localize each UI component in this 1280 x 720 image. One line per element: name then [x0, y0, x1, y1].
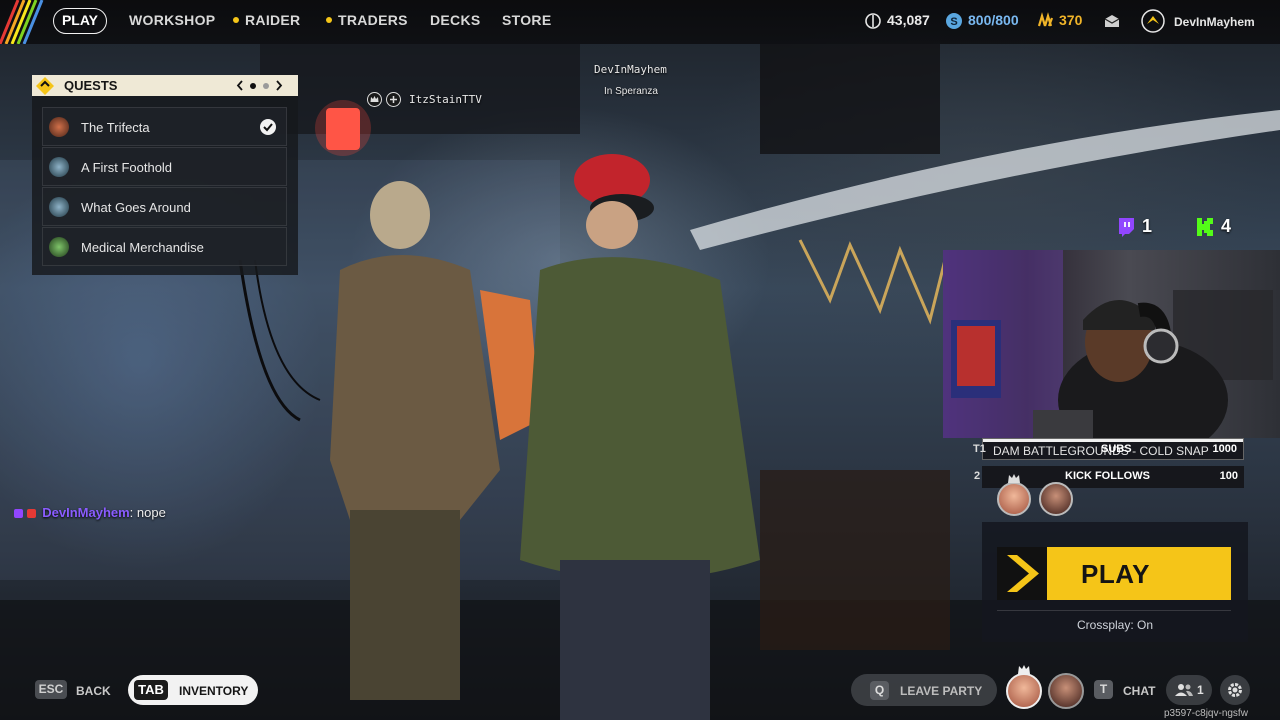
- party-member-avatar[interactable]: [1006, 673, 1042, 709]
- subs-goal-current: T1: [973, 443, 986, 455]
- quest-item[interactable]: What Goes Around: [42, 187, 287, 226]
- party-avatar[interactable]: [1039, 482, 1073, 516]
- quest-giver-avatar-icon: [49, 197, 69, 217]
- play-arrow-icon: [997, 547, 1047, 600]
- twitch-badge-icon: [14, 509, 23, 519]
- esc-keycap: ESC: [35, 680, 67, 699]
- subs-goal-target: 1000: [1212, 443, 1237, 455]
- profile-username[interactable]: DevInMayhem: [1174, 15, 1255, 29]
- add-friend-icon[interactable]: [386, 92, 401, 107]
- quests-header: QUESTS: [32, 75, 298, 96]
- local-player-name: DevInMayhem: [594, 63, 667, 76]
- quest-label: A First Foothold: [81, 160, 173, 175]
- back-button[interactable]: BACK: [76, 684, 111, 698]
- local-player-status: In Speranza: [604, 86, 658, 97]
- quest-label: The Trifecta: [81, 120, 150, 135]
- nav-tab-play[interactable]: PLAY: [53, 8, 107, 34]
- nav-tab-raider-label: RAIDER: [245, 12, 301, 28]
- tab-keycap: TAB: [134, 680, 168, 700]
- subs-goal-bar: T1 DAM BATTLEGROUNDS - COLD SNAP SUBS 10…: [973, 438, 1244, 460]
- party-member-name[interactable]: ItzStainTTV: [409, 93, 482, 106]
- nav-tab-traders[interactable]: TRADERS: [326, 12, 408, 28]
- divider: [997, 610, 1231, 611]
- coins-amount: 43,087: [887, 12, 930, 28]
- nav-tab-store-label: STORE: [502, 12, 552, 28]
- quest-item[interactable]: The Trifecta: [42, 107, 287, 146]
- settings-button[interactable]: [1220, 675, 1250, 705]
- chat-button[interactable]: CHAT: [1123, 684, 1155, 698]
- party-member-avatar[interactable]: [1048, 673, 1084, 709]
- party-leader-crown-icon: [1008, 474, 1020, 483]
- quest-giver-avatar-icon: [49, 117, 69, 137]
- stream-chat-message: DevInMayhem: nope: [14, 505, 166, 520]
- gear-icon: [1228, 683, 1242, 697]
- party-leader-crown-icon: [367, 92, 382, 107]
- page-dot[interactable]: [263, 83, 269, 89]
- friends-icon: [1175, 684, 1193, 696]
- leave-party-button[interactable]: Q LEAVE PARTY: [851, 674, 997, 706]
- quests-title: QUESTS: [64, 78, 118, 93]
- t-keycap: T: [1094, 680, 1113, 699]
- chat-message-text: : nope: [129, 505, 166, 520]
- quest-label: Medical Merchandise: [81, 240, 204, 255]
- nav-tab-decks[interactable]: DECKS: [430, 12, 481, 28]
- stream-rainbow-stripes: [0, 0, 46, 44]
- cred-amount: 370: [1059, 12, 1083, 28]
- crossplay-status: Crossplay: On: [1076, 618, 1154, 632]
- session-id: p3597-c8jqv-ngsfw: [1164, 708, 1248, 719]
- chat-username: DevInMayhem: [42, 505, 130, 520]
- page-dot-active[interactable]: [250, 83, 256, 89]
- subs-goal-label: SUBS: [1101, 443, 1132, 455]
- party-avatar[interactable]: [997, 482, 1031, 516]
- raider-token-icon: S: [946, 13, 962, 29]
- kick-follows-target: 100: [1219, 470, 1238, 482]
- friends-button[interactable]: 1: [1166, 675, 1212, 705]
- quest-giver-avatar-icon: [49, 157, 69, 177]
- q-keycap: Q: [870, 681, 889, 700]
- twitch-icon: [1119, 218, 1134, 237]
- play-button-label: PLAY: [1081, 559, 1150, 589]
- party-leader-crown-icon: [1018, 665, 1030, 674]
- quest-diamond-icon: [36, 77, 54, 95]
- nav-tab-raider[interactable]: RAIDER: [233, 12, 300, 28]
- play-button[interactable]: PLAY: [997, 547, 1231, 600]
- ticker-stripe: [983, 439, 1243, 442]
- friends-count: 1: [1197, 683, 1204, 697]
- inventory-label: INVENTORY: [179, 684, 249, 698]
- raider-tokens-amount: 800/800: [968, 12, 1019, 28]
- kick-viewer-count: 4: [1221, 216, 1232, 236]
- nav-tab-decks-label: DECKS: [430, 12, 481, 28]
- profile-rank-icon[interactable]: [1141, 9, 1165, 33]
- inventory-button[interactable]: TAB INVENTORY: [128, 675, 258, 705]
- play-panel: PLAY Crossplay: On: [982, 522, 1248, 642]
- streamer-webcam: [943, 250, 1280, 438]
- nav-tab-workshop-label: WORKSHOP: [129, 12, 216, 28]
- twitch-viewer-count: 1: [1142, 216, 1153, 236]
- svg-text:S: S: [950, 16, 957, 28]
- quest-item[interactable]: A First Foothold: [42, 147, 287, 186]
- leave-party-label: LEAVE PARTY: [900, 684, 983, 698]
- quests-panel: QUESTS The Trifecta A First Foothold Wha…: [32, 75, 298, 275]
- nav-tab-store[interactable]: STORE: [502, 12, 551, 28]
- mail-icon[interactable]: [1104, 14, 1120, 28]
- notification-dot-icon: [326, 17, 332, 24]
- kick-icon: [1197, 218, 1213, 236]
- top-navigation-bar: PLAY WORKSHOP RAIDER TRADERS DECKS STORE…: [0, 0, 1280, 44]
- chevron-right-icon[interactable]: [275, 80, 283, 91]
- chevron-left-icon[interactable]: [236, 80, 244, 91]
- nav-tab-workshop[interactable]: WORKSHOP: [129, 12, 215, 28]
- quest-giver-avatar-icon: [49, 237, 69, 257]
- kick-follows-label: KICK FOLLOWS: [1065, 470, 1150, 482]
- quest-item[interactable]: Medical Merchandise: [42, 227, 287, 266]
- cred-icon: [1037, 12, 1054, 27]
- notification-dot-icon: [233, 17, 239, 24]
- quest-label: What Goes Around: [81, 200, 191, 215]
- coins-icon: [865, 13, 881, 29]
- sub-badge-icon: [26, 509, 36, 519]
- nav-tab-traders-label: TRADERS: [338, 12, 408, 28]
- checkmark-icon: [260, 119, 276, 135]
- kick-follows-current: 2: [974, 470, 981, 482]
